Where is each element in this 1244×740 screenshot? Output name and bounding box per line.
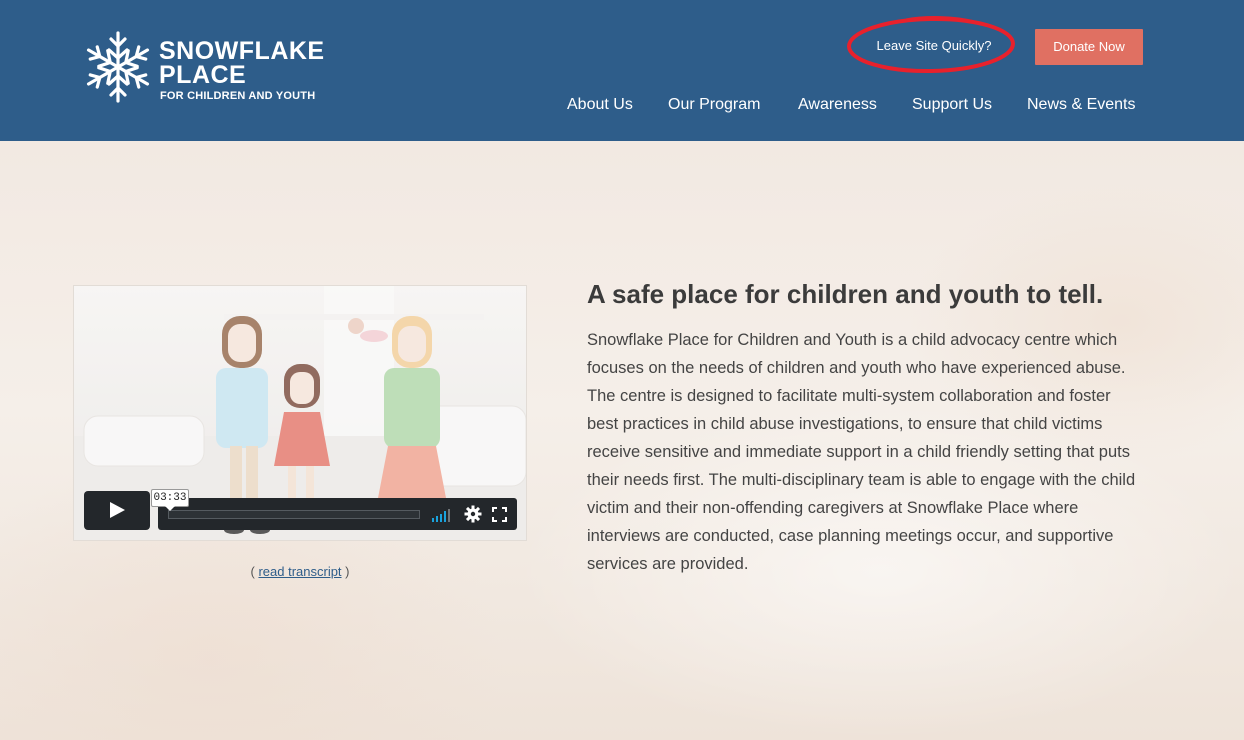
play-icon: [110, 502, 125, 518]
gear-icon[interactable]: [464, 505, 482, 523]
progress-scrubber[interactable]: [168, 510, 420, 519]
transcript-open-paren: (: [250, 564, 255, 579]
transcript-close-paren: ): [345, 564, 350, 579]
nav-support-us[interactable]: Support Us: [912, 96, 992, 114]
hero-headline: A safe place for children and youth to t…: [587, 279, 1104, 309]
video-player[interactable]: 03:33: [73, 285, 527, 541]
leave-site-quickly-link[interactable]: Leave Site Quickly?: [846, 38, 1022, 53]
volume-icon[interactable]: [430, 508, 454, 522]
read-transcript-link[interactable]: read transcript: [258, 564, 341, 579]
site-header: SNOWFLAKE PLACE FOR CHILDREN AND YOUTH L…: [0, 0, 1244, 141]
donate-now-button[interactable]: Donate Now: [1035, 29, 1143, 65]
nav-news-events[interactable]: News & Events: [1027, 96, 1135, 114]
snowflake-icon: [82, 31, 154, 103]
video-controls-bar: [158, 498, 517, 530]
leave-site-area: Leave Site Quickly?: [846, 14, 1018, 76]
fullscreen-icon[interactable]: [492, 507, 507, 522]
nav-our-program[interactable]: Our Program: [668, 96, 760, 114]
main-nav: About Us Our Program Awareness Support U…: [0, 96, 1244, 118]
video-duration-badge: 03:33: [151, 489, 189, 507]
nav-awareness[interactable]: Awareness: [798, 96, 877, 114]
logo-text-place: PLACE: [159, 61, 247, 89]
duration-badge-pointer: [165, 506, 175, 511]
transcript-line: ( read transcript ): [73, 564, 527, 579]
play-button[interactable]: [84, 491, 150, 530]
nav-about-us[interactable]: About Us: [567, 96, 633, 114]
hero-body-text: Snowflake Place for Children and Youth i…: [587, 331, 1136, 573]
